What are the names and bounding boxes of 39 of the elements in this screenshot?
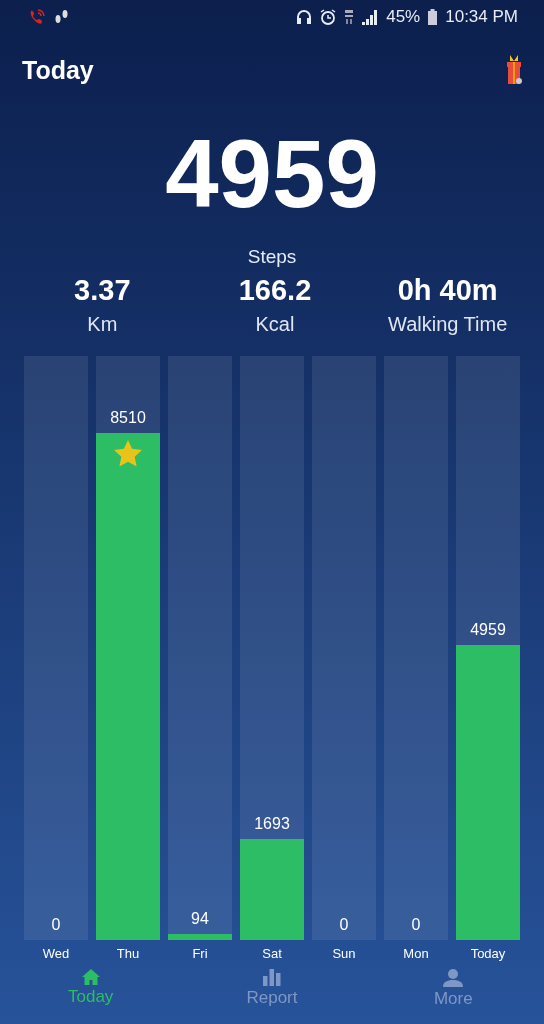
day-step-count: 1693 [254, 814, 290, 833]
nav-tab[interactable]: Today [67, 967, 114, 1009]
alarm-icon [320, 9, 337, 25]
day-step-count: 0 [51, 916, 61, 934]
stat-label: Walking Time [388, 313, 508, 336]
steps-label: Steps [247, 246, 297, 268]
star-icon [114, 440, 142, 468]
day-label: Fri [192, 946, 208, 961]
day-step-count: 8510 [110, 409, 146, 428]
signal-icon [362, 9, 379, 25]
stat-value: 0h 40m [397, 274, 498, 307]
day-label: Wed [42, 946, 70, 961]
step-count: 4959 [165, 124, 379, 224]
page-title: Today [22, 55, 94, 85]
clock-time: 10:34 PM [445, 7, 518, 27]
gift-icon[interactable] [506, 55, 522, 85]
phone-icon [28, 8, 46, 26]
stat-label: Kcal [255, 313, 295, 336]
stat-label: Km [87, 313, 118, 336]
day-label: Sun [332, 946, 356, 961]
headset-icon [296, 9, 313, 25]
battery-percent: 45% [386, 7, 421, 27]
day-label: Thu [116, 946, 140, 961]
day-step-count: 0 [339, 916, 349, 934]
day-step-count: 4959 [470, 620, 506, 639]
day-label: Sat [262, 946, 282, 961]
day-step-count: 94 [191, 910, 209, 929]
home-icon [81, 969, 100, 985]
stat-value: 3.37 [74, 274, 131, 307]
nav-tab[interactable]: Report [246, 967, 298, 1009]
day-label: Mon [403, 946, 429, 961]
stat-value: 166.2 [238, 274, 312, 307]
person-icon [443, 969, 464, 987]
battery-icon [428, 9, 438, 25]
day-step-count: 0 [411, 916, 421, 934]
nav-tab[interactable]: More [433, 967, 473, 1009]
bar-chart-icon [263, 969, 281, 986]
footprints-icon [54, 8, 70, 26]
day-label: Today [470, 946, 506, 961]
